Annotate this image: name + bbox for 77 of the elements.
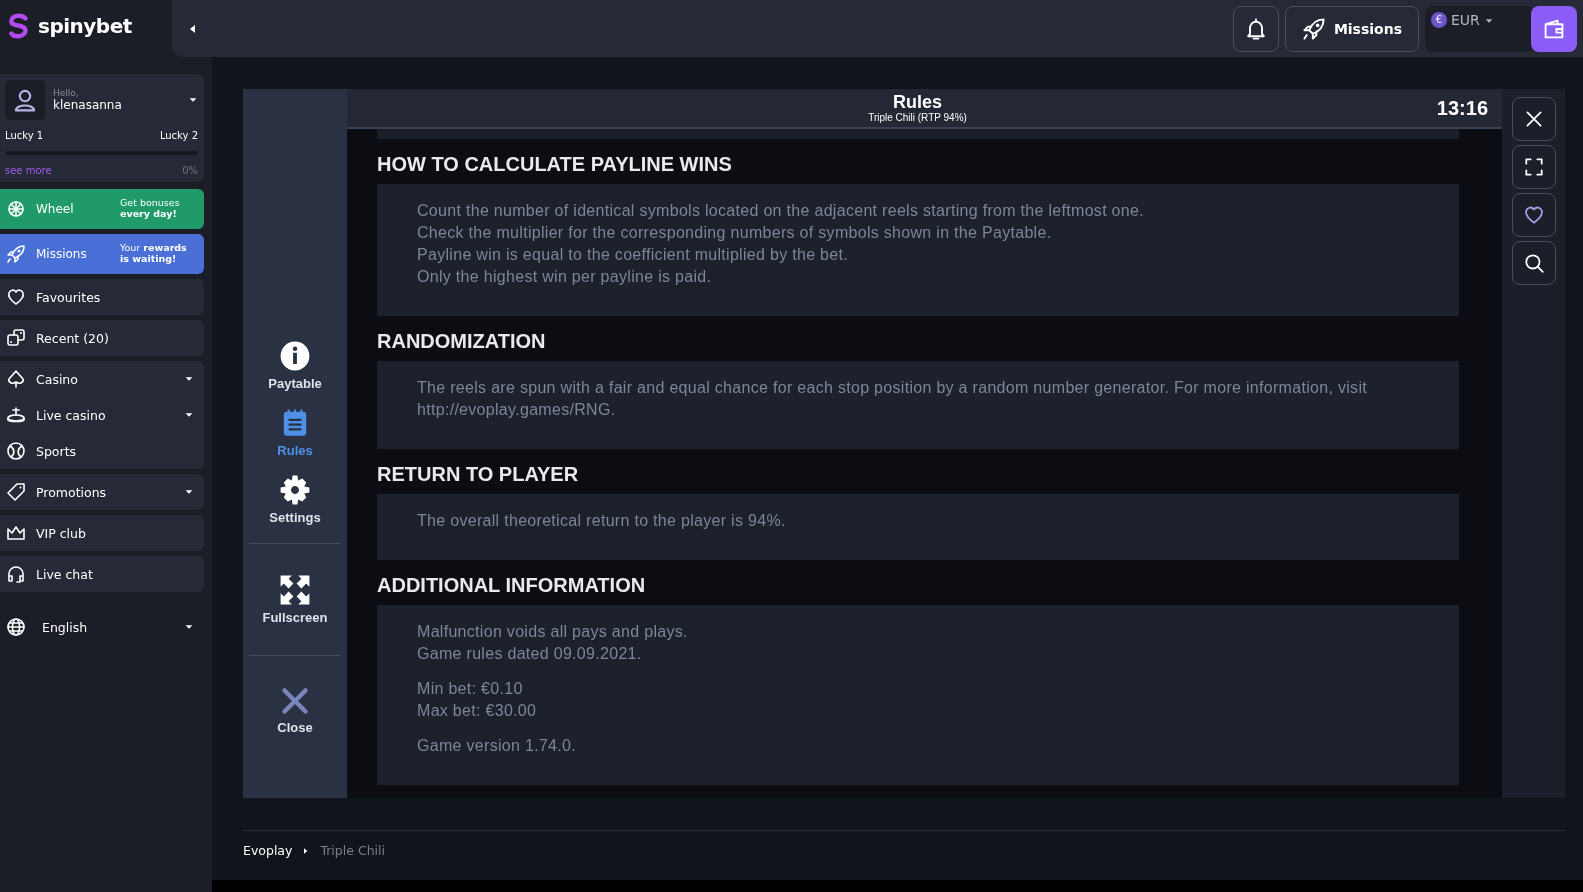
fullscreen-icon [1522, 156, 1545, 178]
gear-icon [279, 474, 311, 506]
tag-icon [6, 482, 26, 502]
missions-button[interactable]: Missions [1284, 5, 1419, 52]
breadcrumb-link[interactable]: Evoplay [243, 843, 293, 858]
nav-item[interactable]: Live chat [6, 556, 194, 592]
level-label: Lucky 1 [5, 130, 44, 141]
close-icon [280, 686, 310, 716]
expand-arrows-icon [279, 574, 311, 606]
rocket-icon [1301, 16, 1326, 41]
section-heading: HOW TO CALCULATE PAYLINE WINS [377, 152, 733, 177]
headset-icon [6, 564, 26, 584]
rules-text: Game version 1.74.0. [417, 736, 577, 756]
section-heading: RANDOMIZATION [377, 329, 547, 354]
game-subtitle: Triple Chili (RTP 94%) [868, 111, 967, 123]
wheel-icon [6, 199, 26, 219]
rules-text: Game rules dated 09.09.2021. [417, 644, 643, 664]
rules-text: Min bet: €0.10 [417, 679, 524, 699]
user-icon [12, 87, 38, 113]
rules-title: Rules [892, 93, 943, 112]
currency-label: EUR [1451, 11, 1480, 28]
spade-icon [6, 369, 26, 389]
promo-label: Wheel [36, 202, 75, 216]
menu-tab[interactable]: Paytable [264, 332, 326, 399]
promo-text: Your rewards is waiting! [120, 243, 188, 265]
close-button[interactable]: Close [273, 666, 317, 755]
nav-item[interactable]: Favourites [6, 279, 194, 315]
nav-item[interactable]: VIP club [6, 515, 194, 551]
rocket-icon [6, 244, 26, 264]
nav-item[interactable]: Promotions [6, 474, 194, 510]
notifications-button[interactable] [1232, 5, 1279, 52]
close-button[interactable] [1511, 97, 1556, 141]
crown-icon [6, 523, 26, 543]
clock-time: 13:16 [1436, 96, 1488, 120]
currency-selector[interactable]: € EUR [1425, 5, 1535, 52]
roulette-icon [6, 405, 26, 425]
currency-symbol: € [1431, 11, 1447, 28]
rules-text: Check the multiplier for the corresponding numbers of symbols shown in the Paytable. [417, 223, 1053, 243]
promo-banner[interactable]: Wheel Get bonuses every day! [0, 189, 204, 229]
level-label: Lucky 2 [159, 130, 198, 141]
nav-item[interactable]: Live casino [6, 397, 194, 433]
username[interactable]: klenasanna [53, 98, 180, 112]
heart-icon [1522, 204, 1545, 226]
nav-item[interactable]: Sports [6, 433, 194, 469]
brand-name[interactable]: spinybet [38, 14, 132, 38]
nav-item[interactable]: Casino [6, 361, 194, 397]
see-more-link[interactable]: see more [5, 165, 52, 176]
search-icon [1522, 252, 1545, 274]
rules-text: Only the highest win per payline is paid. [417, 267, 713, 287]
wallet-button[interactable] [1531, 5, 1577, 52]
dice-icon [6, 328, 26, 348]
globe-icon [6, 617, 26, 637]
rules-text: Count the number of identical symbols located on the adjacent reels starting from the leftmost one. [417, 201, 1145, 221]
progress-percent: 0% [182, 165, 198, 176]
favourite-button[interactable] [1511, 193, 1556, 237]
fullscreen-button[interactable] [1511, 145, 1556, 189]
rules-text: Malfunction voids all pays and plays. [417, 622, 689, 642]
breadcrumb-link[interactable]: Triple Chili [320, 843, 385, 858]
promo-text: Get bonuses every day! [120, 198, 181, 220]
rules-text: Payline win is equal to the coefficient multiplied by the bet. [417, 245, 849, 265]
promo-label: Missions [36, 247, 88, 261]
nav-item[interactable]: Recent (20) [6, 320, 194, 356]
greeting: Hello, [53, 88, 80, 98]
section-heading: ADDITIONAL INFORMATION [377, 573, 647, 598]
ball-icon [6, 441, 26, 461]
info-icon [279, 340, 311, 372]
rules-text: The overall theoretical return to the player is 94%. [417, 511, 787, 531]
rules-text: The reels are spun with a fair and equal chance for each stop position by a random number generator. For more information, visit http://evoplay.games/RNG. [417, 378, 1368, 420]
fullscreen-button[interactable]: Fullscreen [258, 554, 332, 645]
rules-text: Max bet: €30.00 [417, 701, 538, 721]
language-selector[interactable]: English [0, 607, 204, 647]
section-heading: RETURN TO PLAYER [377, 462, 580, 487]
promo-banner[interactable]: Missions Your rewards is waiting! [0, 234, 204, 274]
menu-tab[interactable]: Rules [273, 399, 317, 466]
search-button[interactable] [1511, 241, 1556, 285]
menu-tab[interactable]: Settings [265, 466, 325, 533]
heart-icon [6, 287, 26, 307]
